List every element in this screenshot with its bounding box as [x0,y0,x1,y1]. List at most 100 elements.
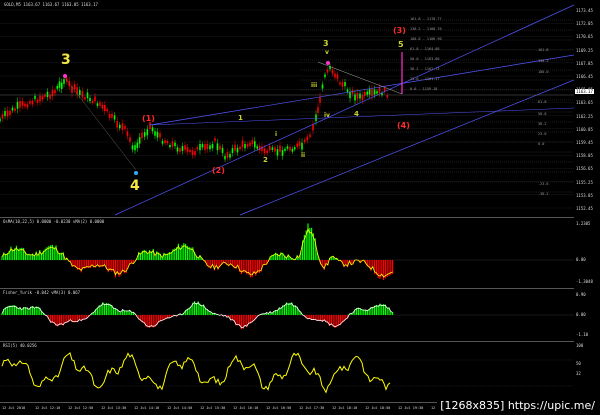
candle-body [49,94,51,99]
current-price-tag: 1163.17 [575,89,594,94]
price-axis: 1173.45 1172.05 1170.65 1169.25 1167.85 1166.… [574,0,600,216]
rsi-pane[interactable]: RSI(5) 40.0256 [0,341,574,401]
fib-label: 38.2 [538,122,547,126]
time-tick: 12 Jul 14:10 [134,406,160,410]
candle-body [229,153,231,158]
fib-label: 61.8 [538,100,547,104]
candle-body [39,95,41,102]
wave-label: ii [301,152,306,159]
price-chart[interactable] [0,0,574,216]
wave-4-marker [134,171,138,175]
candle-body [354,94,356,101]
candle-body [58,81,61,88]
candle-body [129,137,131,142]
candle-body [306,136,309,141]
candle-body [171,141,174,147]
candle-body [166,141,169,144]
osma-pane[interactable]: OsMA(10,22,5) 0.0000 -0.0230 vMA(2) 0.00… [0,217,574,287]
candle-body [79,90,81,96]
candle-body [94,96,96,102]
fib-label: 161.8 - 1170.77 [410,17,442,21]
wave-label: iv [324,112,330,119]
rsi-axis: 100 50 32 [574,341,600,401]
candle-body [239,146,241,150]
candle-body [263,148,266,154]
candle-body [289,147,291,151]
candle-body [319,96,321,103]
time-tick: 12 Jul 18:10 [332,406,358,410]
price-tick: 1172.05 [576,21,593,27]
candle-body [26,104,29,108]
candle-body [279,145,281,152]
indicator-tick: 50 [576,361,581,366]
price-tick: 1152.45 [576,206,593,211]
candle-body [191,150,194,156]
candle-body [149,122,151,130]
fib-label: 0.0 - 1159.18 [410,87,438,91]
main-chart-pane[interactable]: GOLD,M5 1163.67 1163.67 1163.05 1163.17 … [0,0,574,216]
price-tick: 1156.65 [576,166,593,172]
candle-body [269,146,271,151]
fib-label: 23.6 - 1161.37 [410,77,440,81]
price-tick: 1158.05 [576,153,593,159]
candle-body [141,132,143,139]
candle-body [201,144,204,148]
candle-body [254,141,256,148]
candle-body [309,134,311,137]
candle-body [91,100,94,104]
time-tick: 12 Jul 12:50 [68,406,94,410]
candle-body [56,86,59,89]
candle-body [4,110,6,116]
candle-body [169,145,171,148]
candle-body [54,90,56,94]
candle-body [184,145,186,150]
candle-body [84,97,86,100]
fib-label: 61.8 - 1164.88 [410,47,440,51]
candle-body [364,91,366,96]
wave-3-minor-marker [326,61,330,65]
candle-body [108,113,111,118]
osma-axis: 1.2305 0.00 -1.3048 [574,217,600,287]
candle-body [386,95,389,98]
candle-body [106,109,108,112]
candle-body [174,142,176,147]
candle-body [216,143,219,151]
candle-body [241,140,244,148]
candle-body [312,124,314,131]
wave-label: 4 [354,110,359,118]
candle-body [6,110,9,117]
wave-label: v [325,49,329,56]
candle-body [196,147,199,150]
candle-body [231,148,234,153]
time-tick: 12 Jul 15:30 [200,406,226,410]
candle-body [21,101,24,106]
candle-body [16,101,19,109]
osma-histogram [0,223,574,281]
candle-body [221,147,224,154]
fisher-pane[interactable]: Fisher_Yurik -0.042 vMA(3) 0.067 [0,288,574,340]
candle-body [356,93,359,99]
fib-label: 38.2 - 1162.73 [410,67,440,71]
wave-label: 2 [263,156,268,164]
price-tick: 1155.25 [576,179,593,185]
osma-signal [1,227,393,278]
candle-body [34,95,36,100]
candle-body [219,145,221,150]
fib-label: 138.2 [538,59,549,63]
candle-body [294,147,296,150]
candle-body [271,147,274,150]
candle-body [31,100,34,105]
candle-body [344,82,346,87]
candle-body [246,144,249,147]
candle-body [161,140,164,144]
candle-body [131,145,134,150]
candle-body [291,148,294,152]
price-tick: 1173.45 [576,8,593,13]
price-tick: 1166.45 [576,74,593,79]
candle-body [276,149,279,156]
rsi-polyline [1,352,391,394]
candle-body [376,91,378,94]
candle-body [266,150,268,153]
time-tick: 12 Jul 13:30 [101,406,127,410]
indicator-tick: 100 [576,343,584,348]
